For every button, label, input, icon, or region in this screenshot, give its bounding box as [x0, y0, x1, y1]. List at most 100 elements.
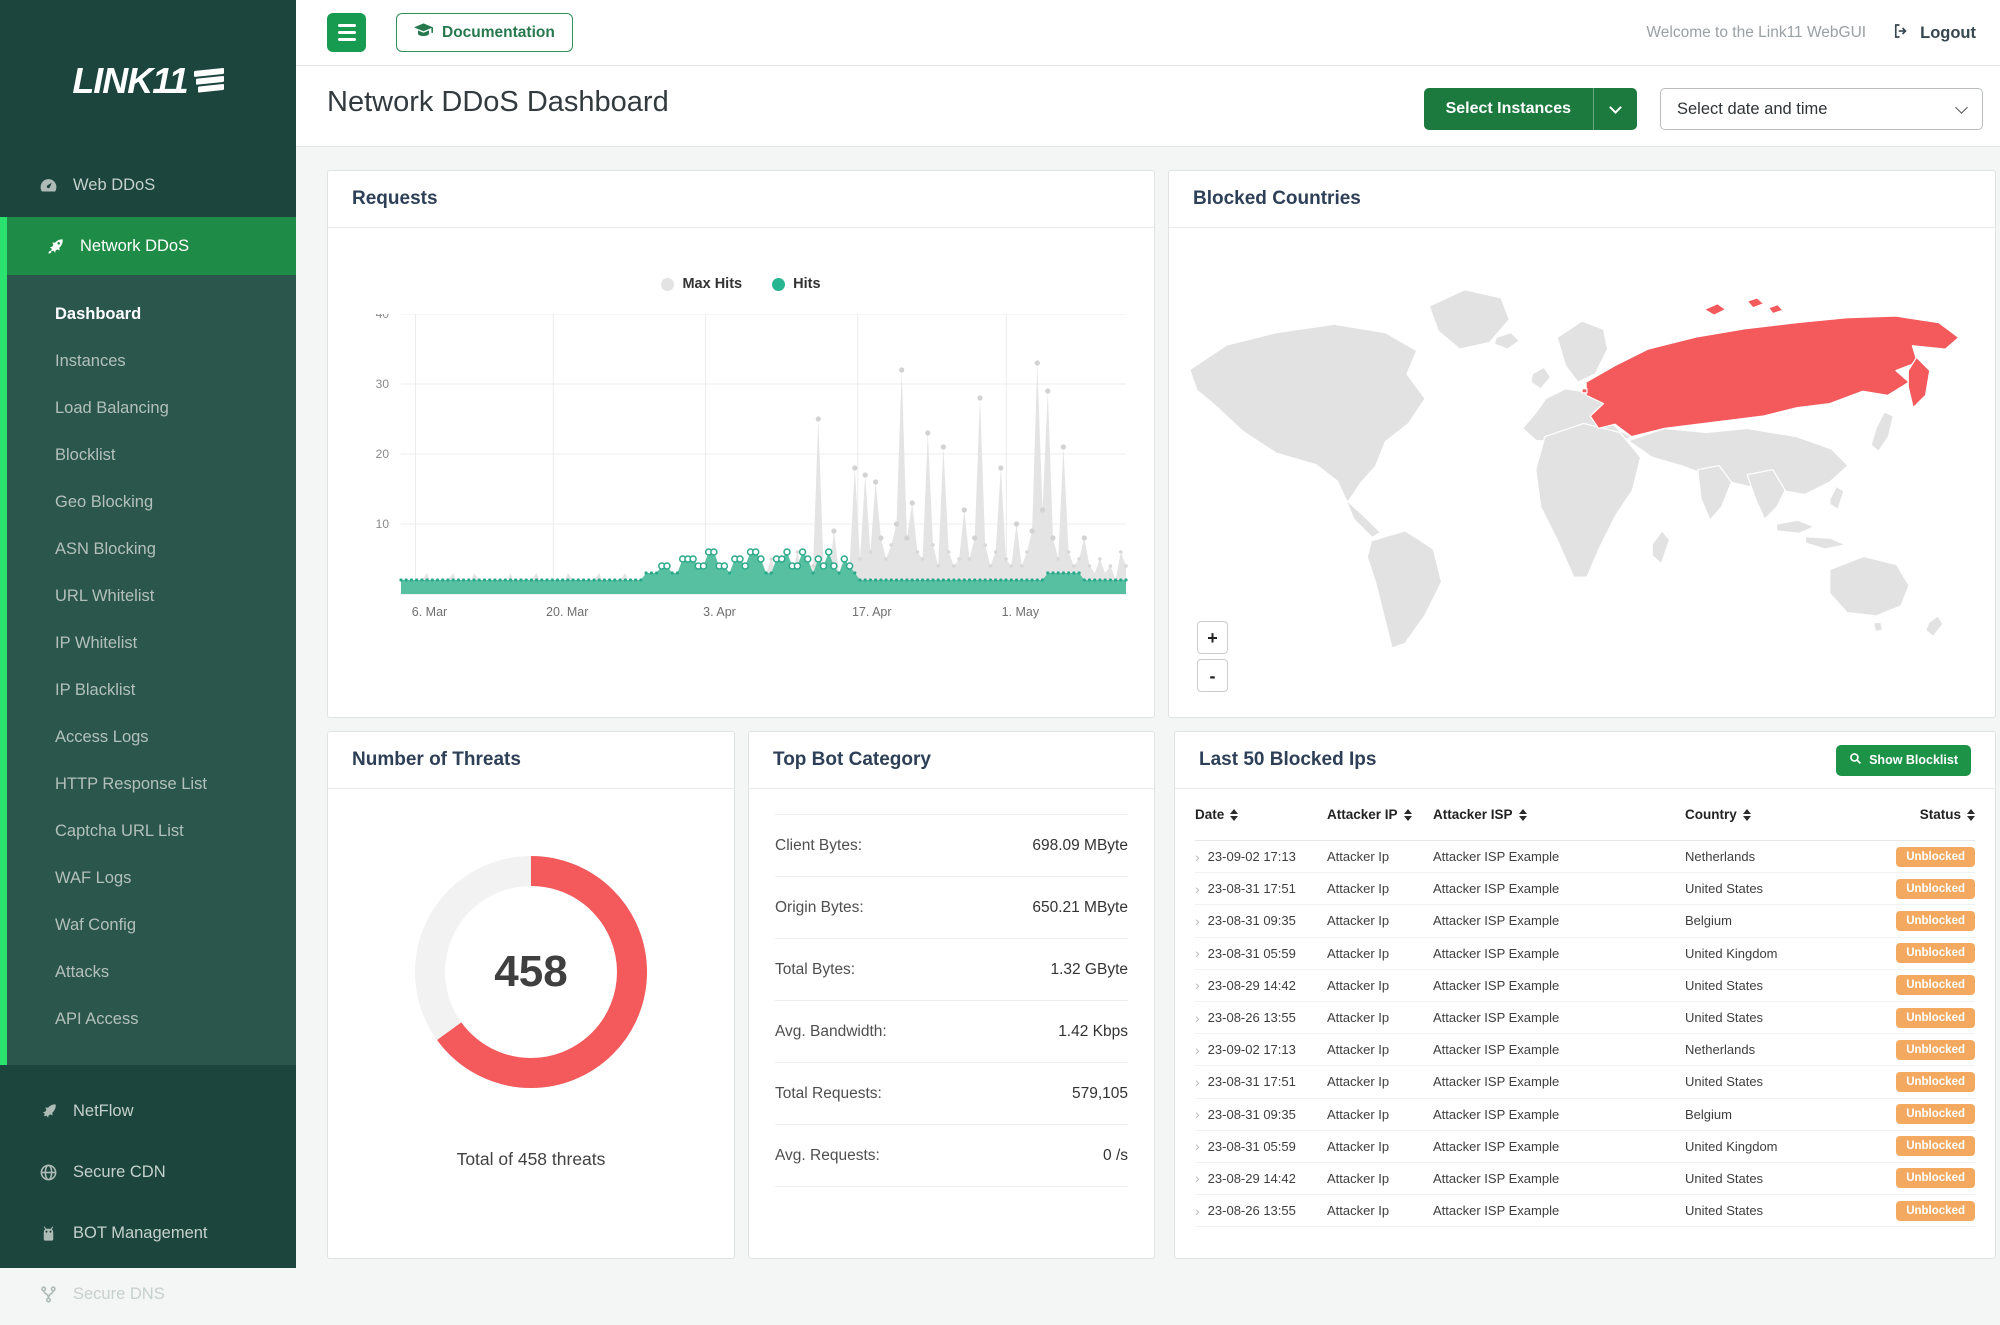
table-row[interactable]: ›23-08-31 09:35Attacker IpAttacker ISP E…: [1195, 905, 1975, 937]
status-badge[interactable]: Unblocked: [1896, 1104, 1975, 1124]
blocked-ips-card: Last 50 Blocked Ips Show Blocklist Date …: [1174, 731, 1996, 1259]
status-badge[interactable]: Unblocked: [1896, 911, 1975, 931]
sidebar-subitem-captcha-url-list[interactable]: Captcha URL List: [7, 808, 296, 855]
sidebar-subitem-access-logs[interactable]: Access Logs: [7, 714, 296, 761]
status-badge[interactable]: Unblocked: [1896, 1008, 1975, 1028]
sidebar-item-web-ddos[interactable]: Web DDoS: [0, 162, 296, 209]
chevron-down-icon[interactable]: [1593, 88, 1637, 130]
sidebar-subitem-dashboard[interactable]: Dashboard: [7, 291, 296, 338]
card-title: Last 50 Blocked Ips: [1199, 749, 1376, 771]
select-instances-label: Select Instances: [1424, 88, 1593, 130]
row-expand-icon[interactable]: ›: [1195, 881, 1200, 897]
column-header-date[interactable]: Date: [1195, 807, 1327, 822]
row-expand-icon[interactable]: ›: [1195, 1170, 1200, 1186]
sidebar-subitem-ip-whitelist[interactable]: IP Whitelist: [7, 620, 296, 667]
table-row[interactable]: ›23-08-26 13:55Attacker IpAttacker ISP E…: [1195, 1195, 1975, 1227]
chevron-down-icon: [1955, 101, 1968, 114]
status-badge[interactable]: Unblocked: [1896, 1136, 1975, 1156]
show-blocklist-button[interactable]: Show Blocklist: [1836, 745, 1971, 776]
table-row[interactable]: ›23-08-26 13:55Attacker IpAttacker ISP E…: [1195, 1002, 1975, 1034]
sidebar-subitem-url-whitelist[interactable]: URL Whitelist: [7, 573, 296, 620]
titlebar: Network DDoS Dashboard Select Instances …: [296, 66, 2000, 147]
cell-date: 23-08-31 09:35: [1208, 1107, 1296, 1122]
table-row[interactable]: ›23-08-31 09:35Attacker IpAttacker ISP E…: [1195, 1099, 1975, 1131]
table-row[interactable]: ›23-08-31 17:51Attacker IpAttacker ISP E…: [1195, 1066, 1975, 1098]
column-header-country[interactable]: Country: [1685, 807, 1879, 822]
cell-date: 23-08-26 13:55: [1208, 1203, 1296, 1218]
legend-dot-icon: [772, 278, 785, 291]
status-badge[interactable]: Unblocked: [1896, 1040, 1975, 1060]
legend-hits[interactable]: Hits: [772, 276, 820, 292]
cell-attacker-isp: Attacker ISP Example: [1433, 1107, 1685, 1122]
row-expand-icon[interactable]: ›: [1195, 1106, 1200, 1122]
row-expand-icon[interactable]: ›: [1195, 1042, 1200, 1058]
sidebar-subitem-api-access[interactable]: API Access: [7, 996, 296, 1043]
sort-icon: [1743, 809, 1751, 821]
column-header-status[interactable]: Status: [1879, 807, 1975, 822]
table-row[interactable]: ›23-08-31 05:59Attacker IpAttacker ISP E…: [1195, 938, 1975, 970]
row-expand-icon[interactable]: ›: [1195, 1010, 1200, 1026]
row-expand-icon[interactable]: ›: [1195, 1074, 1200, 1090]
sidebar-subitem-waf-logs[interactable]: WAF Logs: [7, 855, 296, 902]
logout-button[interactable]: Logout: [1892, 22, 1976, 45]
show-blocklist-label: Show Blocklist: [1869, 753, 1958, 767]
date-time-select[interactable]: Select date and time: [1660, 88, 1983, 130]
cell-attacker-isp: Attacker ISP Example: [1433, 849, 1685, 864]
documentation-button[interactable]: Documentation: [396, 13, 573, 52]
row-expand-icon[interactable]: ›: [1195, 1203, 1200, 1219]
column-header-attacker-ip[interactable]: Attacker IP: [1327, 807, 1433, 822]
sidebar-item-secure-cdn[interactable]: Secure CDN: [0, 1142, 296, 1203]
status-badge[interactable]: Unblocked: [1896, 943, 1975, 963]
row-expand-icon[interactable]: ›: [1195, 1138, 1200, 1154]
row-expand-icon[interactable]: ›: [1195, 849, 1200, 865]
status-badge[interactable]: Unblocked: [1896, 879, 1975, 899]
column-header-attacker-isp[interactable]: Attacker ISP: [1433, 807, 1685, 822]
table-row[interactable]: ›23-08-29 14:42Attacker IpAttacker ISP E…: [1195, 970, 1975, 1002]
sidebar-subitem-http-response-list[interactable]: HTTP Response List: [7, 761, 296, 808]
cell-attacker-isp: Attacker ISP Example: [1433, 1074, 1685, 1089]
status-badge[interactable]: Unblocked: [1896, 1072, 1975, 1092]
map-zoom-in-button[interactable]: +: [1197, 621, 1228, 654]
table-row[interactable]: ›23-09-02 17:13Attacker IpAttacker ISP E…: [1195, 841, 1975, 873]
rocket-icon: [38, 1102, 58, 1122]
status-badge[interactable]: Unblocked: [1896, 975, 1975, 995]
table-row[interactable]: ›23-08-29 14:42Attacker IpAttacker ISP E…: [1195, 1163, 1975, 1195]
sidebar-subitem-asn-blocking[interactable]: ASN Blocking: [7, 526, 296, 573]
table-row[interactable]: ›23-09-02 17:13Attacker IpAttacker ISP E…: [1195, 1034, 1975, 1066]
cell-country: Netherlands: [1685, 1042, 1879, 1057]
row-expand-icon[interactable]: ›: [1195, 977, 1200, 993]
cell-country: United States: [1685, 1010, 1879, 1025]
sidebar-subitem-geo-blocking[interactable]: Geo Blocking: [7, 479, 296, 526]
table-row[interactable]: ›23-08-31 17:51Attacker IpAttacker ISP E…: [1195, 873, 1975, 905]
cell-attacker-ip: Attacker Ip: [1327, 1042, 1433, 1057]
map-zoom-out-button[interactable]: -: [1197, 659, 1228, 692]
sidebar-item-bot-management[interactable]: BOT Management: [0, 1203, 296, 1264]
logo-bars-icon: [194, 63, 224, 100]
sidebar-subitem-load-balancing[interactable]: Load Balancing: [7, 385, 296, 432]
top-bot-stats-list: Client Bytes:698.09 MByteOrigin Bytes:65…: [749, 789, 1154, 1187]
cell-attacker-ip: Attacker Ip: [1327, 1203, 1433, 1218]
legend-max-hits[interactable]: Max Hits: [661, 276, 742, 292]
sidebar-subitem-ip-blacklist[interactable]: IP Blacklist: [7, 667, 296, 714]
sidebar-item-netflow[interactable]: NetFlow: [0, 1081, 296, 1142]
sidebar-subitem-blocklist[interactable]: Blocklist: [7, 432, 296, 479]
sidebar-toggle-button[interactable]: [327, 13, 366, 52]
cell-country: United Kingdom: [1685, 1139, 1879, 1154]
stat-row-total-bytes-: Total Bytes:1.32 GByte: [775, 939, 1128, 1001]
table-row[interactable]: ›23-08-31 05:59Attacker IpAttacker ISP E…: [1195, 1131, 1975, 1163]
stat-label: Avg. Requests:: [775, 1147, 880, 1165]
sidebar-item-network-ddos[interactable]: Network DDoS: [7, 217, 296, 275]
row-expand-icon[interactable]: ›: [1195, 913, 1200, 929]
sidebar-subitem-waf-config[interactable]: Waf Config: [7, 902, 296, 949]
sidebar-item-secure-dns[interactable]: Secure DNS: [0, 1264, 296, 1325]
sidebar-subitem-attacks[interactable]: Attacks: [7, 949, 296, 996]
status-badge[interactable]: Unblocked: [1896, 1201, 1975, 1221]
status-badge[interactable]: Unblocked: [1896, 1168, 1975, 1188]
select-instances-button[interactable]: Select Instances: [1424, 88, 1637, 130]
world-map[interactable]: + -: [1169, 228, 1995, 718]
sidebar-subitem-instances[interactable]: Instances: [7, 338, 296, 385]
status-badge[interactable]: Unblocked: [1896, 847, 1975, 867]
row-expand-icon[interactable]: ›: [1195, 945, 1200, 961]
branch-icon: [38, 1285, 58, 1305]
sort-icon: [1519, 809, 1527, 821]
